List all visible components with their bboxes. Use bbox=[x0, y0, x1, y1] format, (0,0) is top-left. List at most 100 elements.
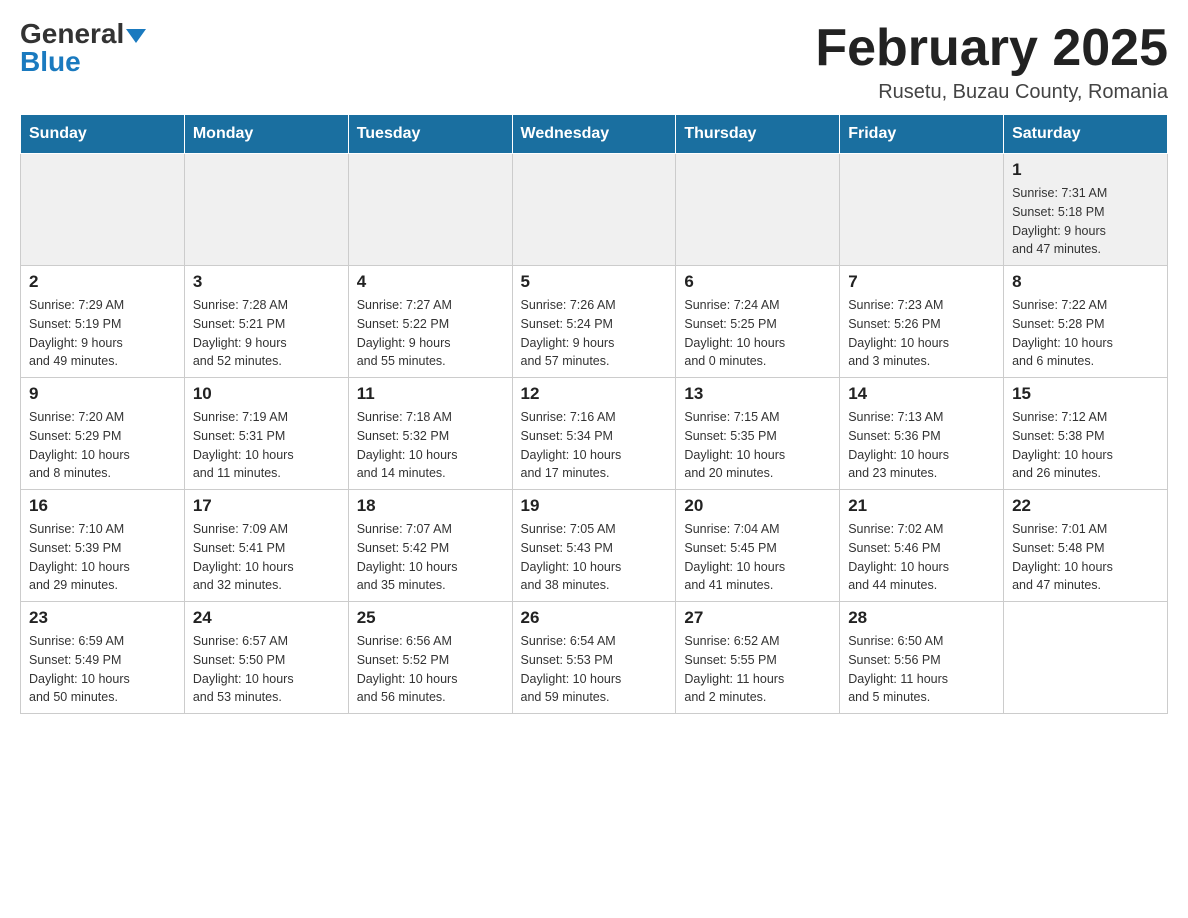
day-number: 22 bbox=[1012, 496, 1159, 516]
day-info: Sunrise: 7:01 AM Sunset: 5:48 PM Dayligh… bbox=[1012, 520, 1159, 595]
calendar-day-cell: 10 Sunrise: 7:19 AM Sunset: 5:31 PM Dayli… bbox=[184, 378, 348, 490]
day-info: Sunrise: 7:29 AM Sunset: 5:19 PM Dayligh… bbox=[29, 296, 176, 371]
calendar-day-cell bbox=[512, 154, 676, 266]
day-number: 26 bbox=[521, 608, 668, 628]
calendar-day-cell: 24 Sunrise: 6:57 AM Sunset: 5:50 PM Dayli… bbox=[184, 602, 348, 714]
calendar-day-cell: 2 Sunrise: 7:29 AM Sunset: 5:19 PM Daylig… bbox=[21, 266, 185, 378]
day-number: 2 bbox=[29, 272, 176, 292]
day-number: 23 bbox=[29, 608, 176, 628]
logo: General Blue bbox=[20, 20, 148, 76]
day-number: 13 bbox=[684, 384, 831, 404]
day-number: 27 bbox=[684, 608, 831, 628]
calendar-header-row: SundayMondayTuesdayWednesdayThursdayFrid… bbox=[21, 115, 1168, 154]
calendar-week-row: 23 Sunrise: 6:59 AM Sunset: 5:49 PM Dayli… bbox=[21, 602, 1168, 714]
logo-arrow-icon bbox=[126, 29, 146, 43]
day-info: Sunrise: 7:23 AM Sunset: 5:26 PM Dayligh… bbox=[848, 296, 995, 371]
day-info: Sunrise: 6:54 AM Sunset: 5:53 PM Dayligh… bbox=[521, 632, 668, 707]
calendar-day-cell: 16Sunrise: 7:10 AM Sunset: 5:39 PM Dayli… bbox=[21, 490, 185, 602]
weekday-header: Sunday bbox=[21, 115, 185, 154]
day-info: Sunrise: 6:57 AM Sunset: 5:50 PM Dayligh… bbox=[193, 632, 340, 707]
day-number: 9 bbox=[29, 384, 176, 404]
calendar-day-cell: 5 Sunrise: 7:26 AM Sunset: 5:24 PM Daylig… bbox=[512, 266, 676, 378]
day-info: Sunrise: 7:28 AM Sunset: 5:21 PM Dayligh… bbox=[193, 296, 340, 371]
day-info: Sunrise: 6:59 AM Sunset: 5:49 PM Dayligh… bbox=[29, 632, 176, 707]
day-info: Sunrise: 7:18 AM Sunset: 5:32 PM Dayligh… bbox=[357, 408, 504, 483]
day-info: Sunrise: 7:13 AM Sunset: 5:36 PM Dayligh… bbox=[848, 408, 995, 483]
calendar-week-row: 9Sunrise: 7:20 AM Sunset: 5:29 PM Daylig… bbox=[21, 378, 1168, 490]
calendar-day-cell bbox=[348, 154, 512, 266]
day-info: Sunrise: 7:10 AM Sunset: 5:39 PM Dayligh… bbox=[29, 520, 176, 595]
day-number: 19 bbox=[521, 496, 668, 516]
calendar-day-cell: 19 Sunrise: 7:05 AM Sunset: 5:43 PM Dayli… bbox=[512, 490, 676, 602]
day-info: Sunrise: 7:02 AM Sunset: 5:46 PM Dayligh… bbox=[848, 520, 995, 595]
calendar-day-cell bbox=[184, 154, 348, 266]
calendar-day-cell: 26 Sunrise: 6:54 AM Sunset: 5:53 PM Dayli… bbox=[512, 602, 676, 714]
calendar-week-row: 16Sunrise: 7:10 AM Sunset: 5:39 PM Dayli… bbox=[21, 490, 1168, 602]
calendar-week-row: 2 Sunrise: 7:29 AM Sunset: 5:19 PM Daylig… bbox=[21, 266, 1168, 378]
calendar-day-cell: 3Sunrise: 7:28 AM Sunset: 5:21 PM Daylig… bbox=[184, 266, 348, 378]
day-number: 5 bbox=[521, 272, 668, 292]
calendar-day-cell: 8Sunrise: 7:22 AM Sunset: 5:28 PM Daylig… bbox=[1004, 266, 1168, 378]
calendar-day-cell: 23 Sunrise: 6:59 AM Sunset: 5:49 PM Dayli… bbox=[21, 602, 185, 714]
day-number: 14 bbox=[848, 384, 995, 404]
day-number: 4 bbox=[357, 272, 504, 292]
calendar-day-cell: 18 Sunrise: 7:07 AM Sunset: 5:42 PM Dayli… bbox=[348, 490, 512, 602]
day-info: Sunrise: 7:26 AM Sunset: 5:24 PM Dayligh… bbox=[521, 296, 668, 371]
day-info: Sunrise: 7:19 AM Sunset: 5:31 PM Dayligh… bbox=[193, 408, 340, 483]
day-info: Sunrise: 7:12 AM Sunset: 5:38 PM Dayligh… bbox=[1012, 408, 1159, 483]
weekday-header: Saturday bbox=[1004, 115, 1168, 154]
calendar-week-row: 1Sunrise: 7:31 AM Sunset: 5:18 PM Daylig… bbox=[21, 154, 1168, 266]
logo-blue-text: Blue bbox=[20, 46, 81, 77]
calendar-day-cell: 25 Sunrise: 6:56 AM Sunset: 5:52 PM Dayli… bbox=[348, 602, 512, 714]
month-title: February 2025 bbox=[815, 20, 1168, 77]
day-number: 15 bbox=[1012, 384, 1159, 404]
calendar-table: SundayMondayTuesdayWednesdayThursdayFrid… bbox=[20, 114, 1168, 714]
weekday-header: Monday bbox=[184, 115, 348, 154]
day-number: 18 bbox=[357, 496, 504, 516]
day-info: Sunrise: 7:15 AM Sunset: 5:35 PM Dayligh… bbox=[684, 408, 831, 483]
weekday-header: Tuesday bbox=[348, 115, 512, 154]
day-number: 7 bbox=[848, 272, 995, 292]
weekday-header: Thursday bbox=[676, 115, 840, 154]
day-number: 21 bbox=[848, 496, 995, 516]
calendar-day-cell: 27 Sunrise: 6:52 AM Sunset: 5:55 PM Dayli… bbox=[676, 602, 840, 714]
day-info: Sunrise: 7:31 AM Sunset: 5:18 PM Dayligh… bbox=[1012, 184, 1159, 259]
calendar-day-cell: 13 Sunrise: 7:15 AM Sunset: 5:35 PM Dayli… bbox=[676, 378, 840, 490]
calendar-day-cell: 28Sunrise: 6:50 AM Sunset: 5:56 PM Dayli… bbox=[840, 602, 1004, 714]
day-info: Sunrise: 7:04 AM Sunset: 5:45 PM Dayligh… bbox=[684, 520, 831, 595]
day-info: Sunrise: 7:16 AM Sunset: 5:34 PM Dayligh… bbox=[521, 408, 668, 483]
day-number: 17 bbox=[193, 496, 340, 516]
calendar-day-cell bbox=[21, 154, 185, 266]
day-info: Sunrise: 7:07 AM Sunset: 5:42 PM Dayligh… bbox=[357, 520, 504, 595]
calendar-day-cell: 9Sunrise: 7:20 AM Sunset: 5:29 PM Daylig… bbox=[21, 378, 185, 490]
calendar-day-cell: 20 Sunrise: 7:04 AM Sunset: 5:45 PM Dayli… bbox=[676, 490, 840, 602]
day-number: 25 bbox=[357, 608, 504, 628]
weekday-header: Friday bbox=[840, 115, 1004, 154]
day-info: Sunrise: 7:27 AM Sunset: 5:22 PM Dayligh… bbox=[357, 296, 504, 371]
calendar-day-cell bbox=[1004, 602, 1168, 714]
calendar-day-cell: 15 Sunrise: 7:12 AM Sunset: 5:38 PM Dayli… bbox=[1004, 378, 1168, 490]
day-number: 11 bbox=[357, 384, 504, 404]
day-number: 20 bbox=[684, 496, 831, 516]
title-section: February 2025 Rusetu, Buzau County, Roma… bbox=[815, 20, 1168, 104]
calendar-day-cell: 4 Sunrise: 7:27 AM Sunset: 5:22 PM Daylig… bbox=[348, 266, 512, 378]
day-number: 24 bbox=[193, 608, 340, 628]
calendar-day-cell: 12Sunrise: 7:16 AM Sunset: 5:34 PM Dayli… bbox=[512, 378, 676, 490]
day-info: Sunrise: 6:50 AM Sunset: 5:56 PM Dayligh… bbox=[848, 632, 995, 707]
day-info: Sunrise: 6:52 AM Sunset: 5:55 PM Dayligh… bbox=[684, 632, 831, 707]
calendar-day-cell: 1Sunrise: 7:31 AM Sunset: 5:18 PM Daylig… bbox=[1004, 154, 1168, 266]
calendar-day-cell: 7 Sunrise: 7:23 AM Sunset: 5:26 PM Daylig… bbox=[840, 266, 1004, 378]
day-number: 6 bbox=[684, 272, 831, 292]
calendar-day-cell bbox=[676, 154, 840, 266]
weekday-header: Wednesday bbox=[512, 115, 676, 154]
calendar-day-cell: 22 Sunrise: 7:01 AM Sunset: 5:48 PM Dayli… bbox=[1004, 490, 1168, 602]
location-text: Rusetu, Buzau County, Romania bbox=[815, 81, 1168, 104]
calendar-day-cell: 14 Sunrise: 7:13 AM Sunset: 5:36 PM Dayli… bbox=[840, 378, 1004, 490]
calendar-day-cell: 17 Sunrise: 7:09 AM Sunset: 5:41 PM Dayli… bbox=[184, 490, 348, 602]
logo-general-text: General bbox=[20, 20, 124, 48]
day-info: Sunrise: 6:56 AM Sunset: 5:52 PM Dayligh… bbox=[357, 632, 504, 707]
calendar-day-cell bbox=[840, 154, 1004, 266]
day-number: 10 bbox=[193, 384, 340, 404]
day-info: Sunrise: 7:05 AM Sunset: 5:43 PM Dayligh… bbox=[521, 520, 668, 595]
day-info: Sunrise: 7:09 AM Sunset: 5:41 PM Dayligh… bbox=[193, 520, 340, 595]
